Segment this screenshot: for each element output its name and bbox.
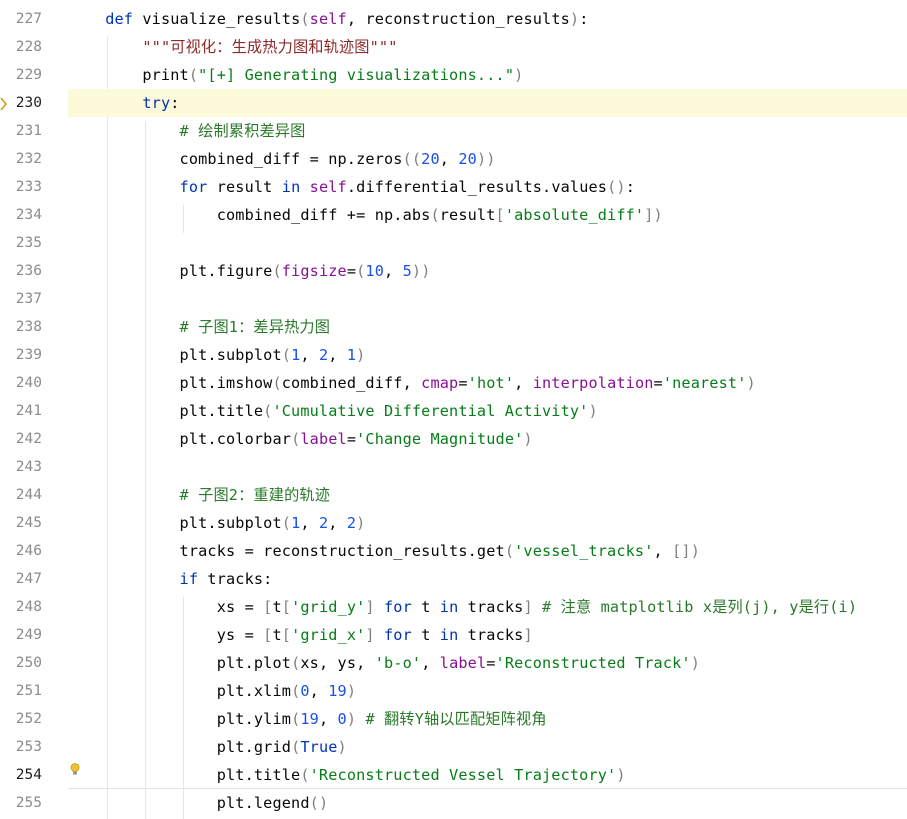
code-text[interactable]: plt.ylim(19, 0) # 翻转Y轴以匹配矩阵视角 (68, 705, 547, 733)
code-text[interactable]: plt.legend() (68, 789, 328, 817)
line-number[interactable]: 243 (0, 453, 42, 481)
code-editor[interactable]: 227 def visualize_results(self, reconstr… (0, 0, 907, 819)
code-line[interactable]: 239 plt.subplot(1, 2, 1) (0, 341, 907, 369)
line-number[interactable]: 248 (0, 593, 42, 621)
line-number[interactable]: 251 (0, 677, 42, 705)
line-number[interactable]: 240 (0, 369, 42, 397)
line-number[interactable]: 253 (0, 733, 42, 761)
code-text[interactable]: ys = [t['grid_x'] for t in tracks] (68, 621, 533, 649)
line-number[interactable]: 229 (0, 61, 42, 89)
code-text[interactable]: print("[+] Generating visualizations..."… (68, 61, 523, 89)
code-line[interactable]: 229 print("[+] Generating visualizations… (0, 61, 907, 89)
line-number[interactable]: 235 (0, 229, 42, 257)
lightbulb-icon[interactable] (70, 763, 80, 776)
line-number[interactable]: 246 (0, 537, 42, 565)
code-text[interactable]: plt.xlim(0, 19) (68, 677, 356, 705)
line-number[interactable]: 234 (0, 201, 42, 229)
code-line[interactable]: 242 plt.colorbar(label='Change Magnitude… (0, 425, 907, 453)
code-text[interactable]: plt.title('Reconstructed Vessel Trajecto… (68, 761, 626, 789)
code-line[interactable]: 235 (0, 229, 907, 257)
line-number[interactable]: 232 (0, 145, 42, 173)
line-number[interactable]: 231 (0, 117, 42, 145)
code-text[interactable]: tracks = reconstruction_results.get('ves… (68, 537, 700, 565)
code-line[interactable]: 251 plt.xlim(0, 19) (0, 677, 907, 705)
code-line[interactable]: 243 (0, 453, 907, 481)
code-text[interactable]: plt.title('Cumulative Differential Activ… (68, 397, 598, 425)
code-line[interactable]: 241 plt.title('Cumulative Differential A… (0, 397, 907, 425)
line-number[interactable]: 237 (0, 285, 42, 313)
code-line[interactable]: 254 plt.title('Reconstructed Vessel Traj… (0, 761, 907, 789)
code-line[interactable]: 240 plt.imshow(combined_diff, cmap='hot'… (0, 369, 907, 397)
code-text[interactable]: # 子图1：差异热力图 (68, 313, 330, 341)
line-number[interactable]: 238 (0, 313, 42, 341)
line-number[interactable]: 239 (0, 341, 42, 369)
code-line[interactable]: 238 # 子图1：差异热力图 (0, 313, 907, 341)
code-text[interactable]: plt.subplot(1, 2, 1) (68, 341, 366, 369)
line-number[interactable]: 245 (0, 509, 42, 537)
code-line[interactable]: 248 xs = [t['grid_y'] for t in tracks] #… (0, 593, 907, 621)
code-text[interactable]: plt.colorbar(label='Change Magnitude') (68, 425, 533, 453)
code-line[interactable]: 230 try: (16, 89, 907, 117)
code-line[interactable]: 246 tracks = reconstruction_results.get(… (0, 537, 907, 565)
line-number[interactable]: 254 (0, 761, 42, 789)
line-number[interactable]: 255 (0, 789, 42, 817)
code-line[interactable]: 247 if tracks: (0, 565, 907, 593)
code-line[interactable]: 231 # 绘制累积差异图 (0, 117, 907, 145)
code-line[interactable]: 236 plt.figure(figsize=(10, 5)) (0, 257, 907, 285)
line-number[interactable]: 250 (0, 649, 42, 677)
code-line[interactable]: 252 plt.ylim(19, 0) # 翻转Y轴以匹配矩阵视角 (0, 705, 907, 733)
line-number[interactable]: 228 (0, 33, 42, 61)
code-text[interactable]: # 子图2：重建的轨迹 (68, 481, 330, 509)
code-line[interactable]: 244 # 子图2：重建的轨迹 (0, 481, 907, 509)
chevron-right-icon[interactable] (0, 97, 8, 111)
code-text[interactable]: for result in self.differential_results.… (68, 173, 635, 201)
code-line[interactable]: 227 def visualize_results(self, reconstr… (0, 5, 907, 33)
code-line[interactable]: 253 plt.grid(True) (0, 733, 907, 761)
code-line[interactable]: 249 ys = [t['grid_x'] for t in tracks] (0, 621, 907, 649)
code-line[interactable]: 234 combined_diff += np.abs(result['abso… (0, 201, 907, 229)
code-line[interactable]: 232 combined_diff = np.zeros((20, 20)) (0, 145, 907, 173)
line-number[interactable]: 236 (0, 257, 42, 285)
code-text[interactable]: plt.figure(figsize=(10, 5)) (68, 257, 431, 285)
code-text[interactable]: combined_diff = np.zeros((20, 20)) (68, 145, 496, 173)
code-text[interactable]: plt.subplot(1, 2, 2) (68, 509, 366, 537)
code-line[interactable]: 233 for result in self.differential_resu… (0, 173, 907, 201)
code-text[interactable]: xs = [t['grid_y'] for t in tracks] # 注意 … (68, 593, 857, 621)
code-text[interactable]: plt.grid(True) (68, 733, 347, 761)
line-number[interactable]: 252 (0, 705, 42, 733)
line-number[interactable]: 227 (0, 5, 42, 33)
code-line[interactable]: 228 """可视化：生成热力图和轨迹图""" (0, 33, 907, 61)
line-number[interactable]: 233 (0, 173, 42, 201)
line-number[interactable]: 247 (0, 565, 42, 593)
line-number[interactable]: 244 (0, 481, 42, 509)
line-number[interactable]: 242 (0, 425, 42, 453)
line-number[interactable]: 241 (0, 397, 42, 425)
code-text[interactable]: if tracks: (68, 565, 273, 593)
code-line[interactable]: 237 (0, 285, 907, 313)
code-line[interactable]: 255 plt.legend() (0, 789, 907, 817)
code-line[interactable]: 245 plt.subplot(1, 2, 2) (0, 509, 907, 537)
code-text[interactable]: combined_diff += np.abs(result['absolute… (68, 201, 663, 229)
code-text[interactable]: plt.imshow(combined_diff, cmap='hot', in… (68, 369, 756, 397)
line-number[interactable]: 249 (0, 621, 42, 649)
code-text[interactable]: plt.plot(xs, ys, 'b-o', label='Reconstru… (68, 649, 700, 677)
code-text[interactable]: """可视化：生成热力图和轨迹图""" (68, 33, 398, 61)
code-text[interactable]: try: (68, 89, 180, 117)
code-text[interactable]: # 绘制累积差异图 (68, 117, 306, 145)
code-text[interactable]: def visualize_results(self, reconstructi… (68, 5, 589, 33)
code-line[interactable]: 250 plt.plot(xs, ys, 'b-o', label='Recon… (0, 649, 907, 677)
